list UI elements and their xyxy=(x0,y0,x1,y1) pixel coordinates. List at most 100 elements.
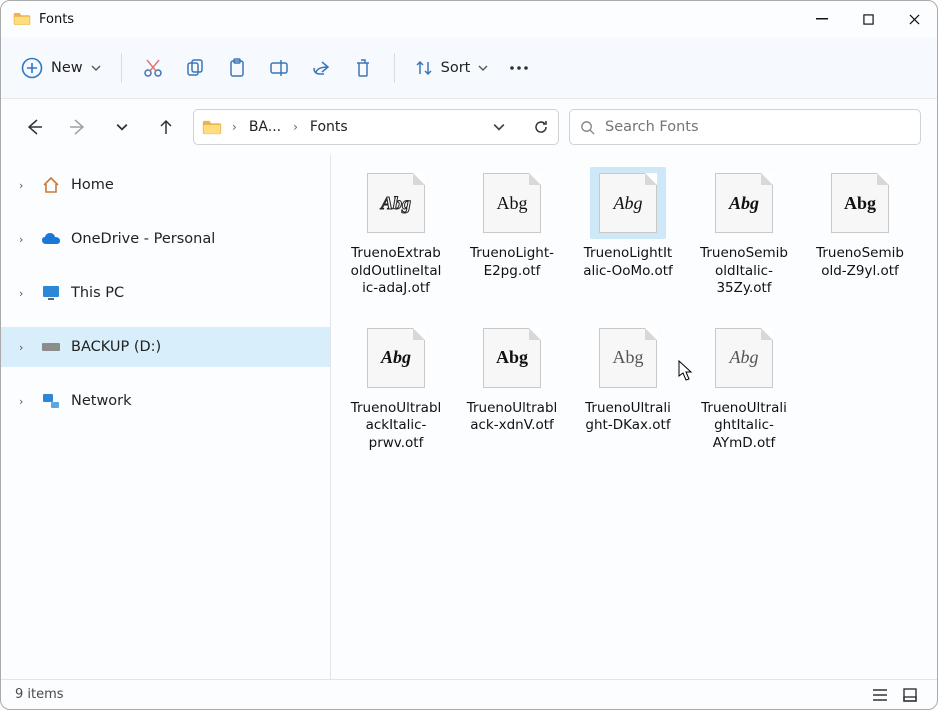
file-name: TruenoLight-E2pg.otf xyxy=(465,245,559,280)
chevron-right-icon[interactable]: › xyxy=(19,395,31,408)
plus-circle-icon xyxy=(21,57,43,79)
font-glyph: Abg xyxy=(613,347,644,368)
file-item[interactable]: AbgTruenoUltrablackItalic-prwv.otf xyxy=(349,322,443,453)
file-thumbnail: Abg xyxy=(358,167,434,239)
trash-icon xyxy=(355,58,371,78)
file-item[interactable]: Abg TruenoLightItalic-OoMo.otf xyxy=(581,167,675,298)
breadcrumb-separator[interactable]: › xyxy=(230,120,239,134)
font-glyph: Abg xyxy=(730,347,759,368)
file-name: TruenoSemiboldItalic-35Zy.otf xyxy=(697,245,791,298)
maximize-button[interactable] xyxy=(845,4,891,34)
minimize-button[interactable] xyxy=(799,4,845,34)
file-thumbnail: Abg xyxy=(706,167,782,239)
details-view-button[interactable] xyxy=(867,684,893,706)
chevron-down-icon xyxy=(493,121,505,133)
font-page-icon: Abg xyxy=(715,173,773,233)
cloud-icon xyxy=(41,229,61,249)
toolbar-divider xyxy=(394,53,395,83)
file-name: TruenoSemibold-Z9yl.otf xyxy=(813,245,907,280)
share-icon xyxy=(311,59,331,77)
nav-item-label: Home xyxy=(71,177,114,193)
recent-locations-button[interactable] xyxy=(105,110,139,144)
status-bar: 9 items xyxy=(1,679,937,709)
file-item[interactable]: Abg TruenoUltrablack-xdnV.otf xyxy=(465,322,559,453)
file-item[interactable]: Abg TruenoUltralight-DKax.otf xyxy=(581,322,675,453)
nav-item-backup-drive[interactable]: › BACKUP (D:) xyxy=(1,327,330,367)
nav-item-label: Network xyxy=(71,393,132,409)
nav-item-home[interactable]: › Home xyxy=(1,165,330,205)
file-item[interactable]: Abg TruenoLight-E2pg.otf xyxy=(465,167,559,298)
chevron-right-icon[interactable]: › xyxy=(19,233,31,246)
list-icon xyxy=(872,688,888,702)
file-name: TruenoUltrablack-xdnV.otf xyxy=(465,400,559,435)
copy-icon xyxy=(186,59,204,77)
back-button[interactable] xyxy=(17,110,51,144)
file-name: TruenoUltralightItalic-AYmD.otf xyxy=(697,400,791,453)
file-thumbnail: Abg xyxy=(590,167,666,239)
font-page-icon: Abg xyxy=(483,328,541,388)
sort-button[interactable]: Sort xyxy=(405,49,499,87)
close-button[interactable] xyxy=(891,4,937,34)
nav-item-network[interactable]: › Network xyxy=(1,381,330,421)
file-item[interactable]: Abg TruenoUltralightItalic-AYmD.otf xyxy=(697,322,791,453)
new-button[interactable]: New xyxy=(11,49,111,87)
file-name: TruenoUltralight-DKax.otf xyxy=(581,400,675,435)
navigation-pane[interactable]: › Home › OneDrive - Personal › This PC ›… xyxy=(1,155,331,679)
chevron-right-icon[interactable]: › xyxy=(19,287,31,300)
font-glyph: Abg xyxy=(381,193,411,214)
file-name: TruenoLightItalic-OoMo.otf xyxy=(581,245,675,280)
font-glyph: Abg xyxy=(729,193,759,214)
titlebar[interactable]: Fonts xyxy=(1,1,937,37)
rename-button[interactable] xyxy=(258,49,300,87)
scissors-icon xyxy=(143,58,163,78)
folder-icon xyxy=(202,120,222,135)
file-item[interactable]: Abg TruenoSemibold-Z9yl.otf xyxy=(813,167,907,298)
new-button-label: New xyxy=(51,60,83,76)
refresh-icon xyxy=(533,119,549,135)
nav-item-label: OneDrive - Personal xyxy=(71,231,215,247)
copy-button[interactable] xyxy=(174,49,216,87)
breadcrumb-root[interactable]: BA... xyxy=(247,119,283,135)
thumbnails-view-button[interactable] xyxy=(897,684,923,706)
refresh-button[interactable] xyxy=(524,110,558,144)
address-history-button[interactable] xyxy=(482,110,516,144)
chevron-right-icon[interactable]: › xyxy=(19,341,31,354)
chevron-down-icon xyxy=(116,121,128,133)
chevron-down-icon xyxy=(91,63,101,73)
folder-icon xyxy=(13,12,31,26)
window-title: Fonts xyxy=(39,12,74,27)
file-item[interactable]: Abg TruenoExtraboldOutlineItalic-adaJ.otf xyxy=(349,167,443,298)
home-icon xyxy=(41,175,61,195)
delete-button[interactable] xyxy=(342,49,384,87)
file-list[interactable]: Abg TruenoExtraboldOutlineItalic-adaJ.otf… xyxy=(331,155,937,679)
breadcrumb-leaf[interactable]: Fonts xyxy=(308,119,350,135)
chevron-right-icon[interactable]: › xyxy=(19,179,31,192)
share-button[interactable] xyxy=(300,49,342,87)
file-thumbnail: Abg xyxy=(590,322,666,394)
ellipsis-icon xyxy=(509,65,529,71)
file-thumbnail: Abg xyxy=(474,167,550,239)
file-name: TruenoExtraboldOutlineItalic-adaJ.otf xyxy=(349,245,443,298)
paste-button[interactable] xyxy=(216,49,258,87)
file-item[interactable]: Abg TruenoSemiboldItalic-35Zy.otf xyxy=(697,167,791,298)
rename-icon xyxy=(269,59,289,77)
cut-button[interactable] xyxy=(132,49,174,87)
more-button[interactable] xyxy=(498,49,540,87)
font-page-icon: Abg xyxy=(831,173,889,233)
up-button[interactable] xyxy=(149,110,183,144)
file-thumbnail: Abg xyxy=(822,167,898,239)
search-input[interactable] xyxy=(605,119,920,135)
nav-item-label: This PC xyxy=(71,285,124,301)
font-page-icon: Abg xyxy=(599,328,657,388)
font-page-icon: Abg xyxy=(367,173,425,233)
forward-button[interactable] xyxy=(61,110,95,144)
font-glyph: Abg xyxy=(497,193,528,214)
font-glyph: Abg xyxy=(496,347,528,368)
breadcrumb-separator[interactable]: › xyxy=(291,120,300,134)
nav-item-this-pc[interactable]: › This PC xyxy=(1,273,330,313)
search-box[interactable] xyxy=(569,109,921,145)
address-bar[interactable]: › BA... › Fonts xyxy=(193,109,559,145)
status-item-count: 9 items xyxy=(15,687,64,702)
navigation-row: › BA... › Fonts xyxy=(1,99,937,155)
nav-item-onedrive[interactable]: › OneDrive - Personal xyxy=(1,219,330,259)
